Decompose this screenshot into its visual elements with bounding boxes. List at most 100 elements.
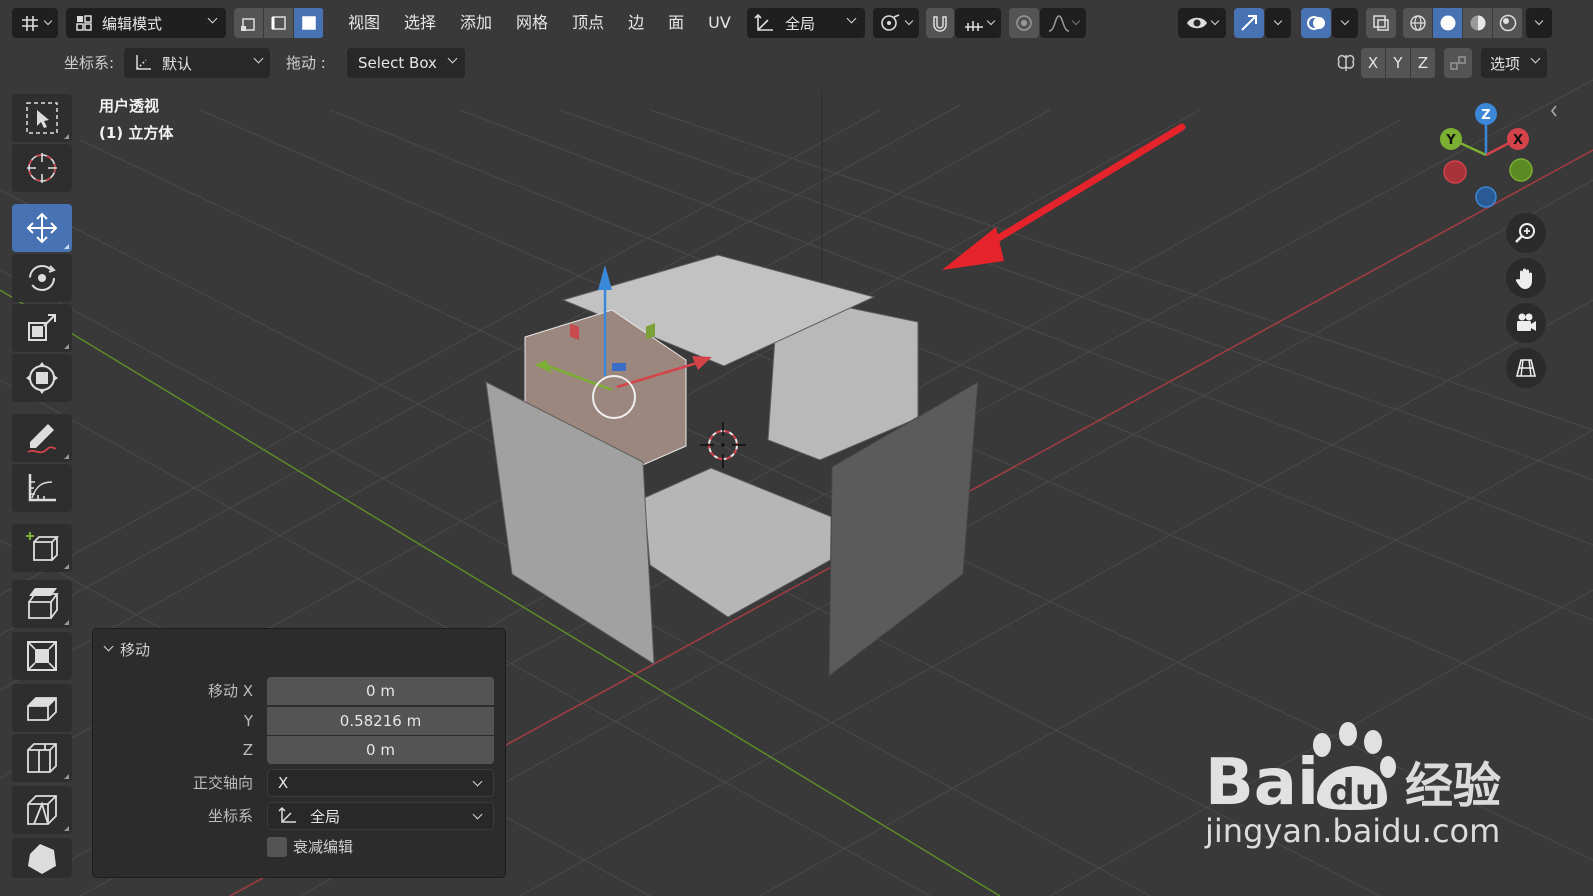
proportional-edit-toggle[interactable] xyxy=(1009,8,1039,38)
camera-view-button[interactable] xyxy=(1506,303,1546,343)
shading-dropdown[interactable] xyxy=(1526,8,1552,38)
face-bottom[interactable] xyxy=(643,467,835,618)
orient-axis-dropdown[interactable]: X xyxy=(267,769,494,797)
menu-uv[interactable]: UV xyxy=(696,8,743,38)
topology-mirror-button[interactable] xyxy=(1444,48,1472,78)
ortho-toggle-button[interactable] xyxy=(1506,348,1546,388)
mesh-cube[interactable] xyxy=(485,254,979,678)
redo-last-panel: 移动 移动 X 0 m Y 0.58216 m Z 0 m 正交轴向 X 坐标系… xyxy=(92,628,506,878)
watermark-brand-tail: 经验 xyxy=(1405,758,1502,814)
rendered-shading-button[interactable] xyxy=(1493,8,1523,38)
tool-scale[interactable] xyxy=(12,304,72,352)
visibility-dropdown[interactable] xyxy=(1178,8,1226,38)
extrude-icon xyxy=(28,588,59,619)
select-box-icon xyxy=(26,102,58,134)
menu-face[interactable]: 面 xyxy=(656,8,696,38)
proportional-label: 衰减编辑 xyxy=(293,838,354,856)
gizmo-z-label: Z xyxy=(1481,108,1490,123)
axis-z-label: Z xyxy=(1417,54,1429,72)
zoom-button[interactable] xyxy=(1506,213,1546,253)
inset-faces-icon xyxy=(27,641,57,671)
panel-header[interactable]: 移动 xyxy=(103,639,150,660)
snap-toggle[interactable] xyxy=(926,8,954,38)
menu-select[interactable]: 选择 xyxy=(392,8,448,38)
mirror-button[interactable] xyxy=(1331,48,1361,78)
transform-icon xyxy=(26,362,58,394)
menu-edge[interactable]: 边 xyxy=(616,8,656,38)
cursor-icon xyxy=(27,153,57,183)
axis-y-label: Y xyxy=(1393,54,1403,72)
tool-extrude[interactable] xyxy=(12,580,72,628)
3d-viewport[interactable]: Z Y X 编辑模式 视图 选择 添加 网格 顶点 边 面 UV 全局 坐标系:… xyxy=(0,0,1593,896)
editor-type-button[interactable] xyxy=(12,8,58,38)
rotate-icon xyxy=(29,265,56,291)
menu-add[interactable]: 添加 xyxy=(448,8,504,38)
pivot-point-dropdown[interactable] xyxy=(873,8,919,38)
gizmo-dropdown[interactable] xyxy=(1265,8,1291,38)
mirror-x-button[interactable]: X xyxy=(1361,48,1386,78)
tool-cursor[interactable] xyxy=(12,144,72,192)
wireframe-shading-button[interactable] xyxy=(1403,8,1433,38)
baidu-paw-logo: Bai du xyxy=(1205,722,1396,810)
chevron-left-icon xyxy=(1550,105,1557,117)
move-x-field[interactable]: 0 m xyxy=(267,677,494,705)
tool-settings-bar: 坐标系: 默认 拖动 : Select Box X Y Z 选项 xyxy=(0,48,1593,78)
mirror-z-button[interactable]: Z xyxy=(1411,48,1436,78)
snap-target-dropdown[interactable] xyxy=(955,8,1001,38)
tool-rotate[interactable] xyxy=(12,254,72,302)
transform-orientation-dropdown[interactable]: 全局 xyxy=(747,8,865,38)
coord-system-dropdown[interactable]: 默认 xyxy=(124,48,270,78)
xray-icon xyxy=(1373,15,1389,31)
baidu-watermark: Bai du 经验 jingyan.baidu.com xyxy=(1205,720,1535,860)
grid-perspective-icon xyxy=(1515,359,1537,377)
poly-build-icon xyxy=(28,844,56,874)
chevron-down-icon xyxy=(472,809,483,820)
edge-select-button[interactable] xyxy=(264,8,294,38)
menu-view[interactable]: 视图 xyxy=(336,8,392,38)
3d-cursor[interactable] xyxy=(700,422,746,468)
sidebar-toggle[interactable] xyxy=(1549,104,1559,118)
tool-annotate[interactable] xyxy=(12,414,72,462)
gizmo-toggle[interactable] xyxy=(1234,8,1264,38)
move-y-label: Y xyxy=(243,712,253,730)
mode-dropdown[interactable]: 编辑模式 xyxy=(66,8,226,38)
pan-button[interactable] xyxy=(1506,258,1546,298)
loop-cut-icon xyxy=(27,743,57,773)
tool-loop-cut[interactable] xyxy=(12,734,72,782)
proportional-checkbox[interactable] xyxy=(267,837,287,857)
tool-move[interactable] xyxy=(12,204,72,252)
material-shading-button[interactable] xyxy=(1463,8,1493,38)
drag-dropdown[interactable]: Select Box xyxy=(347,48,465,78)
annotate-pencil-icon xyxy=(27,424,57,454)
menu-mesh[interactable]: 网格 xyxy=(504,8,560,38)
magnet-icon xyxy=(933,16,947,32)
watermark-brand: Bai xyxy=(1205,746,1319,810)
falloff-dropdown[interactable] xyxy=(1040,8,1086,38)
eye-icon xyxy=(1187,17,1207,29)
tool-transform[interactable] xyxy=(12,354,72,402)
overlays-toggle[interactable] xyxy=(1301,8,1331,38)
drag-label: 拖动 : xyxy=(286,54,326,72)
tool-measure[interactable] xyxy=(12,464,72,512)
gizmo-x-label: X xyxy=(1513,133,1523,148)
options-dropdown[interactable]: 选项 xyxy=(1481,48,1547,78)
menu-vertex[interactable]: 顶点 xyxy=(560,8,616,38)
tool-select-box[interactable] xyxy=(12,94,72,142)
move-z-field[interactable]: 0 m xyxy=(267,736,494,764)
overlays-dropdown[interactable] xyxy=(1332,8,1358,38)
orientation-axes-icon xyxy=(278,806,296,823)
tool-bevel[interactable] xyxy=(12,684,72,732)
tool-inset[interactable] xyxy=(12,632,72,680)
mirror-y-button[interactable]: Y xyxy=(1386,48,1411,78)
tool-knife[interactable] xyxy=(12,786,72,834)
chevron-down-icon xyxy=(103,641,114,652)
panel-coord-dropdown[interactable]: 全局 xyxy=(267,802,494,830)
tool-poly-build[interactable] xyxy=(12,838,72,878)
tool-add-cube[interactable] xyxy=(12,524,72,572)
solid-shading-button[interactable] xyxy=(1433,8,1463,38)
face-select-button[interactable] xyxy=(294,8,324,38)
move-z-label: Z xyxy=(242,741,253,759)
vertex-select-button[interactable] xyxy=(234,8,264,38)
move-y-field[interactable]: 0.58216 m xyxy=(267,707,494,735)
xray-toggle[interactable] xyxy=(1366,8,1396,38)
